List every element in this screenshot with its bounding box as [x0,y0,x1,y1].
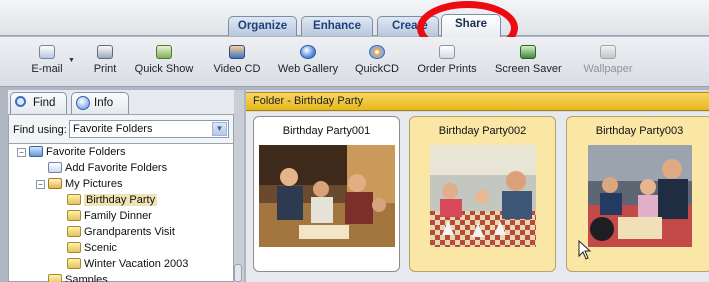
folder-icon [67,194,81,205]
find-using-select[interactable]: Favorite Folders ▼ [69,120,229,138]
folder-icon [67,226,81,237]
photo-card[interactable]: Birthday Party002 [409,116,556,272]
photo-caption: Birthday Party002 [438,125,527,137]
info-tab[interactable]: Info [71,92,129,114]
find-using-bar: Find using: Favorite Folders ▼ [8,114,234,144]
printer-icon [97,45,113,59]
share-toolbar: E-mail ▼ Print Quick Show Video CD Web G… [0,37,709,87]
folder-icon [67,242,81,253]
quick-show-button[interactable]: Quick Show [133,41,195,85]
magnifier-icon [15,96,26,107]
email-dropdown-arrow-icon[interactable]: ▼ [68,57,75,64]
tree-scrollbar[interactable] [234,264,242,282]
chevron-down-icon[interactable]: ▼ [212,122,227,136]
wallpaper-icon [600,45,616,59]
thumbnail-grid: Birthday Party001 Birthday Party002 Birt… [246,112,709,282]
wallpaper-button: Wallpaper [579,41,637,85]
folder-tree: − Favorite Folders Add Favorite Folders … [8,144,234,282]
tree-item-my-pictures[interactable]: My Pictures [48,177,122,193]
tab-enhance[interactable]: Enhance [301,16,373,36]
panel-splitter[interactable] [234,90,244,282]
photo-thumbnail[interactable] [259,145,395,247]
order-prints-button[interactable]: Order Prints [414,41,480,85]
folder-title-bar: Folder - Birthday Party [246,92,709,111]
collapse-icon[interactable]: − [36,180,45,189]
pictures-folder-icon [48,178,62,189]
tree-item-birthday-party[interactable]: Birthday Party [67,193,158,209]
email-button[interactable]: E-mail [22,41,72,85]
print-button[interactable]: Print [86,41,124,85]
folder-icon [48,274,62,282]
photo-card[interactable]: Birthday Party001 [253,116,400,272]
tree-item-scenic[interactable]: Scenic [67,241,117,257]
slideshow-icon [156,45,172,59]
photo-browser: Folder - Birthday Party Birthday Party00… [246,90,709,282]
favorites-folder-icon [29,146,43,157]
photo-thumbnail[interactable] [588,145,692,247]
folder-icon [67,258,81,269]
photo-caption: Birthday Party001 [282,125,371,137]
collapse-icon[interactable]: − [17,148,26,157]
tab-create[interactable]: Create [377,16,439,36]
tree-item-winter-vacation-2003[interactable]: Winter Vacation 2003 [67,257,188,273]
order-prints-icon [439,45,455,59]
tree-item-favorite-folders[interactable]: Favorite Folders [29,145,125,161]
folder-icon [67,210,81,221]
mouse-pointer-icon [578,240,592,260]
add-folder-icon [48,162,62,173]
info-icon [76,96,90,110]
videocd-icon [229,45,245,59]
photo-thumbnail[interactable] [430,145,536,247]
envelope-icon [39,45,55,59]
mode-tab-strip: Organize Enhance Create Share [0,0,709,37]
tree-item-samples[interactable]: Samples [48,273,108,282]
tab-organize[interactable]: Organize [228,16,297,36]
video-cd-button[interactable]: Video CD [210,41,264,85]
tree-item-add-favorite-folders[interactable]: Add Favorite Folders [48,161,167,177]
find-tab[interactable]: Find [10,92,67,114]
screen-saver-button[interactable]: Screen Saver [495,41,562,85]
find-using-label: Find using: [13,124,67,136]
quickcd-button[interactable]: QuickCD [353,41,401,85]
web-gallery-button[interactable]: Web Gallery [275,41,341,85]
tree-item-family-dinner[interactable]: Family Dinner [67,209,152,225]
tree-item-grandparents-visit[interactable]: Grandparents Visit [67,225,175,241]
find-panel: Find Info Find using: Favorite Folders ▼… [8,90,234,282]
photo-caption: Birthday Party003 [595,125,684,137]
cd-icon [369,45,385,59]
monitor-icon [520,45,536,59]
tab-share[interactable]: Share [441,14,501,37]
globe-icon [300,45,316,59]
